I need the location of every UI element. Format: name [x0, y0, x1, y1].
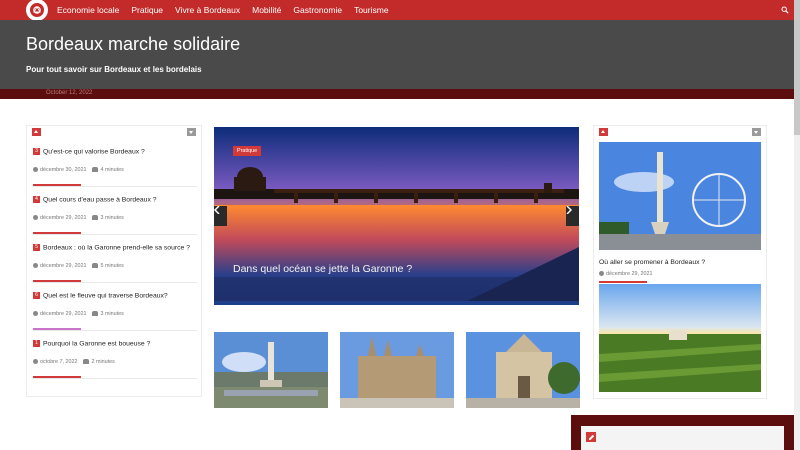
search-icon[interactable]	[779, 4, 790, 15]
list-item[interactable]: 4 Quel cours d'eau passe à Bordeaux ? déc…	[33, 191, 198, 221]
item-number: 5	[33, 244, 40, 252]
clock-icon	[33, 215, 38, 221]
menu-item-mobilite[interactable]: Mobilité	[252, 5, 281, 15]
slide-caption[interactable]: Dans quel océan se jette la Garonne ?	[233, 263, 412, 275]
sidebar-widget: Où aller se promener à Bordeaux ? décemb…	[593, 125, 767, 399]
clock-icon	[599, 271, 604, 277]
item-meta: décembre 29, 2021 3 minutes	[33, 215, 198, 221]
item-meta: décembre 29, 2021 5 minutes	[33, 263, 198, 269]
featured-slider[interactable]: Pratique Dans quel océan se jette la Gar…	[214, 127, 579, 305]
card-meta: décembre 29, 2021	[599, 271, 761, 277]
menu-item-vivre-a-bordeaux[interactable]: Vivre à Bordeaux	[175, 5, 240, 15]
item-meta: décembre 29, 2021 3 minutes	[33, 311, 198, 317]
reading-time-icon	[92, 311, 99, 317]
chevron-down-icon[interactable]	[187, 128, 196, 136]
thumbnail-cathedral[interactable]	[340, 332, 454, 408]
thumbnail-church[interactable]	[466, 332, 580, 408]
item-title[interactable]: Pourquoi la Garonne est boueuse ?	[43, 340, 150, 347]
item-meta: décembre 30, 2021 4 minutes	[33, 167, 198, 173]
item-reading-time: 3 minutes	[100, 311, 124, 317]
chevron-right-icon	[566, 206, 572, 214]
item-number: 4	[33, 196, 40, 204]
divider	[33, 378, 197, 379]
slide-progress	[214, 301, 579, 305]
item-date: décembre 29, 2021	[40, 215, 87, 221]
menu-item-economie-locale[interactable]: Economie locale	[57, 5, 119, 15]
item-number: 3	[33, 148, 40, 156]
site-logo[interactable]	[26, 0, 48, 21]
clock-icon	[33, 263, 38, 269]
menu-item-tourisme[interactable]: Tourisme	[354, 5, 388, 15]
item-title[interactable]: Qu'est-ce qui valorise Bordeaux ?	[43, 148, 145, 155]
card-title[interactable]: Où aller se promener à Bordeaux ?	[599, 259, 761, 266]
divider	[33, 234, 197, 235]
item-reading-time: 3 minutes	[100, 215, 124, 221]
divider	[33, 330, 197, 331]
item-date: décembre 29, 2021	[40, 263, 87, 269]
item-number: 6	[33, 292, 40, 300]
item-reading-time: 4 minutes	[100, 167, 124, 173]
chevron-left-icon	[214, 206, 220, 214]
site-title[interactable]: Bordeaux marche solidaire	[26, 34, 240, 55]
chevron-up-icon[interactable]	[599, 128, 608, 136]
menu-item-gastronomie[interactable]: Gastronomie	[293, 5, 342, 15]
divider	[33, 282, 197, 283]
widget-body	[581, 426, 784, 450]
item-date: décembre 29, 2021	[40, 311, 87, 317]
menu-item-pratique[interactable]: Pratique	[131, 5, 163, 15]
reading-time-icon	[83, 359, 90, 365]
prev-slide-button[interactable]	[214, 206, 227, 226]
item-title[interactable]: Quel cours d'eau passe à Bordeaux ?	[43, 196, 157, 203]
reading-time-icon	[92, 215, 99, 221]
item-meta: octobre 7, 2022 2 minutes	[33, 359, 198, 365]
main-menu: Economie locale Pratique Vivre à Bordeau…	[57, 0, 401, 20]
reading-time-icon	[92, 167, 99, 173]
list-item[interactable]: 1 Pourquoi la Garonne est boueuse ? octob…	[33, 335, 198, 365]
edit-icon[interactable]	[586, 432, 596, 442]
list-item[interactable]: 5 Bordeaux : où la Garonne prend-elle sa …	[33, 239, 198, 269]
divider	[599, 281, 647, 283]
page: Economie locale Pratique Vivre à Bordeau…	[0, 0, 800, 450]
date-bar: October 12, 2022	[0, 89, 794, 99]
item-reading-time: 5 minutes	[100, 263, 124, 269]
scrollbar-thumb[interactable]	[794, 0, 800, 135]
sidebar-card[interactable]	[599, 284, 761, 397]
reading-time-icon	[92, 263, 99, 269]
bottom-widget	[571, 415, 794, 450]
list-item[interactable]: 6 Quel est le fleuve qui traverse Bordeau…	[33, 287, 198, 317]
list-item[interactable]: 3 Qu'est-ce qui valorise Bordeaux ? décem…	[33, 143, 198, 173]
card-date: décembre 29, 2021	[606, 271, 653, 277]
next-slide-button[interactable]	[566, 206, 579, 226]
clock-icon	[33, 311, 38, 317]
chevron-up-icon[interactable]	[32, 128, 41, 136]
item-reading-time: 2 minutes	[91, 359, 115, 365]
chevron-down-icon[interactable]	[752, 128, 761, 136]
card-image	[599, 284, 761, 392]
slide-image	[214, 127, 579, 305]
clock-icon	[33, 167, 38, 173]
item-date: octobre 7, 2022	[40, 359, 78, 365]
sidebar-card[interactable]: Où aller se promener à Bordeaux ? décemb…	[599, 142, 761, 283]
top-navbar: Economie locale Pratique Vivre à Bordeau…	[0, 0, 800, 21]
recent-posts-list: 3 Qu'est-ce qui valorise Bordeaux ? décem…	[26, 125, 202, 397]
thumbnail-monument[interactable]	[214, 332, 328, 408]
divider	[33, 186, 197, 187]
site-header: Bordeaux marche solidaire Pour tout savo…	[0, 20, 794, 90]
item-date: décembre 30, 2021	[40, 167, 87, 173]
category-tag[interactable]: Pratique	[233, 146, 262, 156]
site-tagline: Pour tout savoir sur Bordeaux et les bor…	[26, 65, 202, 74]
item-title[interactable]: Bordeaux : où la Garonne prend-elle sa s…	[43, 244, 190, 251]
item-title[interactable]: Quel est le fleuve qui traverse Bordeaux…	[43, 292, 168, 299]
clock-icon	[33, 359, 38, 365]
item-number: 1	[33, 340, 40, 348]
card-image	[599, 142, 761, 250]
logo-icon	[30, 3, 44, 17]
current-date: October 12, 2022	[46, 90, 93, 96]
